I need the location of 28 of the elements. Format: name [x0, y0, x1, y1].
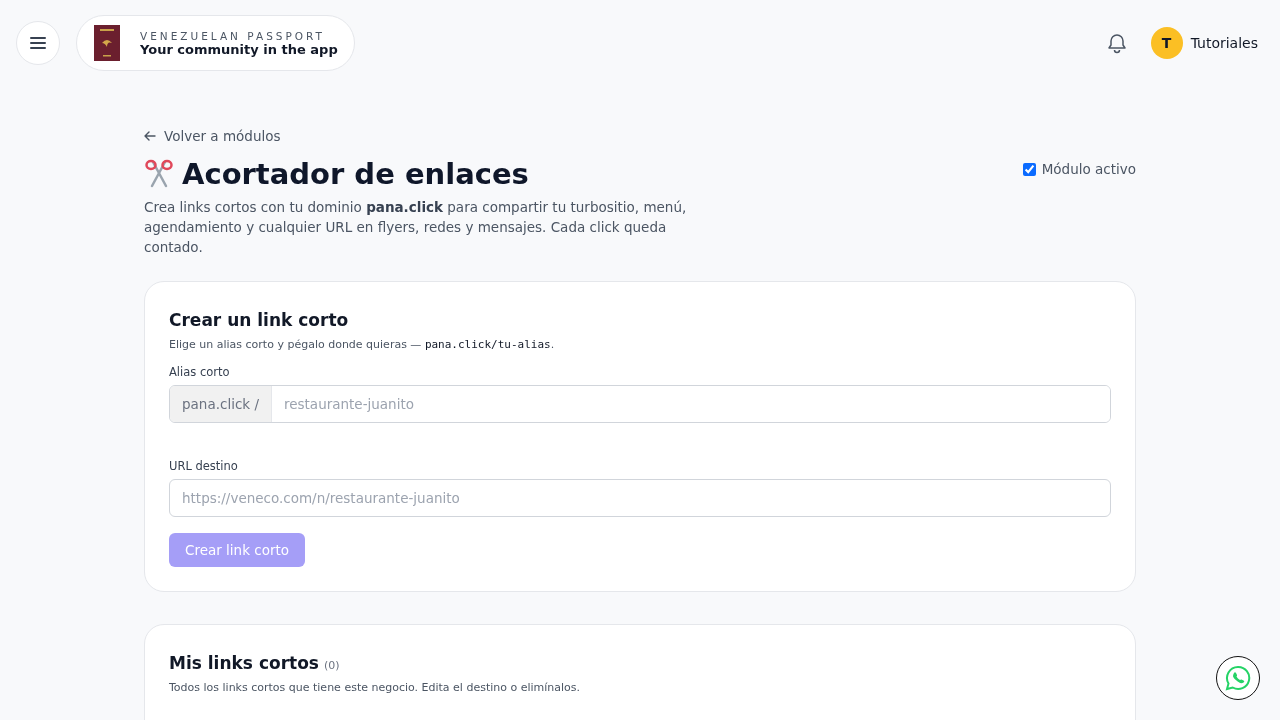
- module-label[interactable]: Módulo activo: [1041, 161, 1136, 177]
- card-title: Crear un link corto: [169, 310, 349, 330]
- field-label: URL destino: [169, 459, 238, 473]
- passport-icon: [94, 25, 120, 61]
- brand-pill[interactable]: VENEZUELAN PASSPORT Your community in the app: [76, 15, 355, 71]
- alias-prefix: pana.click /: [170, 386, 272, 422]
- field-label: Alias corto: [169, 365, 230, 379]
- page-title: Acortador de enlaces: [182, 157, 529, 191]
- back-link[interactable]: Volver a módulos: [144, 128, 281, 144]
- menu-button[interactable]: [16, 21, 60, 65]
- url-input[interactable]: https://veneco.com/n/restaurante-juanito: [169, 479, 1111, 517]
- link-count: (0): [323, 659, 340, 672]
- menu-icon: [30, 37, 46, 49]
- card-hint: Todos los links cortos que tiene este negocio. Edita el destino o elimínalos.: [169, 681, 581, 694]
- brand-tagline: Your community in the app: [140, 41, 338, 57]
- scissors-icon: [144, 159, 174, 189]
- alias-field[interactable]: pana.click / restaurante-juanito: [169, 385, 1111, 423]
- page-description: Crea links cortos con tu dominio pana.click para compartir tu turbositio, menú, agendamiento y cualquier URL en flyers, redes y mensajes. Cada click queda contado.: [144, 198, 688, 257]
- user-name[interactable]: Tutoriales: [1190, 35, 1258, 51]
- whatsapp-button[interactable]: [1216, 656, 1260, 700]
- arrow-left-icon: [144, 131, 156, 141]
- bell-icon[interactable]: [1106, 32, 1127, 54]
- chat-phone-icon: [1225, 665, 1251, 691]
- brand-overline: VENEZUELAN PASSPORT: [140, 29, 326, 42]
- user-avatar[interactable]: T: [1150, 27, 1183, 59]
- card-hint: Elige un alias corto y pégalo donde quieras — pana.click/tu-alias.: [169, 338, 555, 351]
- module-checkbox[interactable]: [1022, 162, 1036, 176]
- card-title: Mis links cortos: [169, 653, 319, 673]
